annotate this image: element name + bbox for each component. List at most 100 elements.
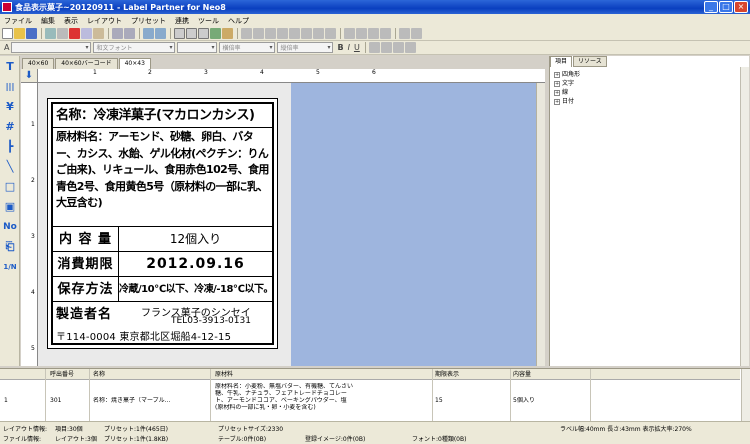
image-tool-icon[interactable]: ▣: [2, 200, 18, 214]
tree-node[interactable]: + 四角形: [554, 70, 580, 79]
group-icon[interactable]: [344, 28, 355, 39]
food-label[interactable]: 名称：冷凍洋菓子(マカロンカシス) 原材料名：アーモンド、砂糖、卵白、バター、カ…: [47, 98, 278, 349]
menu-layout[interactable]: レイアウト: [87, 16, 122, 26]
rectangle-tool-icon[interactable]: □: [2, 180, 18, 194]
diagonal-line-tool-icon[interactable]: ╲: [2, 160, 18, 174]
grid-icon[interactable]: [174, 28, 185, 39]
cell-ingredients-3[interactable]: ト、アーモンドココア、ベーキングパウダー、塩: [215, 397, 430, 404]
menu-preset[interactable]: プリセット: [131, 16, 166, 26]
tree-node[interactable]: + 線: [554, 88, 580, 97]
same-size-icon[interactable]: [325, 28, 336, 39]
undo-icon[interactable]: [112, 28, 123, 39]
expiry-value[interactable]: 2012.09.16: [119, 252, 272, 276]
font-size-select[interactable]: ▾: [177, 42, 218, 53]
zoom-in-icon[interactable]: [143, 28, 154, 39]
barcode-tool-icon[interactable]: |||: [2, 80, 18, 94]
preview-icon[interactable]: [210, 28, 221, 39]
font-select-1[interactable]: ▾: [11, 42, 92, 53]
page-number-tool-icon[interactable]: 1/N: [2, 260, 18, 274]
price-tool-icon[interactable]: ¥: [2, 100, 18, 114]
save-icon[interactable]: [26, 28, 37, 39]
minimize-button[interactable]: _: [704, 1, 718, 13]
table-icon[interactable]: [186, 28, 197, 39]
column-header-ingredients[interactable]: 原材料: [215, 370, 233, 380]
menu-edit[interactable]: 編集: [41, 16, 55, 26]
redo-icon[interactable]: [124, 28, 135, 39]
storage-value[interactable]: 冷蔵/10℃以下、冷凍/-18℃以下。: [119, 277, 272, 301]
column-header-name[interactable]: 名称: [93, 370, 105, 380]
align-left-icon[interactable]: [241, 28, 252, 39]
menu-help[interactable]: ヘルプ: [228, 16, 249, 26]
maker-address[interactable]: 〒114-0004 東京都北区堀船4-12-15: [56, 328, 231, 343]
tree-node[interactable]: + 日付: [554, 97, 580, 106]
bold-button[interactable]: B: [337, 43, 343, 52]
grid-scrollbar[interactable]: [741, 369, 750, 422]
cut-icon[interactable]: [57, 28, 68, 39]
maker-key[interactable]: 製造者名: [56, 303, 112, 322]
tab-items[interactable]: 項目: [550, 56, 573, 67]
expand-icon[interactable]: +: [554, 98, 560, 105]
maker-tel[interactable]: TEL03-3913-0131: [171, 316, 251, 326]
tab-layout-3[interactable]: 40×43: [118, 58, 151, 69]
ungroup-icon[interactable]: [356, 28, 367, 39]
expand-icon[interactable]: +: [554, 80, 560, 87]
distribute-icon[interactable]: [313, 28, 324, 39]
tab-resources[interactable]: リソース: [573, 56, 607, 67]
menu-tools[interactable]: ツール: [198, 16, 219, 26]
menu-file[interactable]: ファイル: [4, 16, 32, 26]
cell-ingredients-1[interactable]: 原材料名：小麦粉、無塩バター、有機糖、てんさい: [215, 383, 430, 390]
text-justify-icon[interactable]: [404, 42, 416, 53]
text-align-center-icon[interactable]: [380, 42, 392, 53]
tab-layout-2[interactable]: 40×60バーコード: [55, 58, 118, 69]
lock-icon[interactable]: [399, 28, 410, 39]
canvas-scrollbar[interactable]: [536, 83, 545, 366]
cell-name[interactable]: 名称：焼き菓子（マーブル…: [93, 397, 208, 404]
storage-key[interactable]: 保存方法: [53, 277, 119, 301]
font-select-2[interactable]: 和文フォント ▾: [93, 42, 176, 53]
width-scale-select[interactable]: 横倍率 ▾: [219, 42, 276, 53]
tree-node[interactable]: + 文字: [554, 79, 580, 88]
align-top-icon[interactable]: [277, 28, 288, 39]
height-scale-select[interactable]: 縦倍率 ▾: [277, 42, 334, 53]
number-tool-icon[interactable]: #: [2, 120, 18, 134]
underline-button[interactable]: U: [354, 43, 360, 52]
print-icon[interactable]: [45, 28, 56, 39]
column-header-number[interactable]: 呼出番号: [50, 370, 74, 380]
panel-scrollbar[interactable]: [740, 67, 749, 366]
cell-ingredients-4[interactable]: (原材料の一部に乳・卵・小麦を含む): [215, 404, 430, 411]
design-canvas[interactable]: ⬇ 1 2 3 4 5 6 1 2 3 4 5 名称：冷凍洋菓子(マカロンカシス…: [21, 69, 545, 366]
content-value[interactable]: 12個入り: [119, 227, 272, 251]
cell-ingredients-2[interactable]: 糖、牛乳、ナチュラ、フェアトレードチョコレー: [215, 390, 430, 397]
ruler-corner-icon[interactable]: ⬇: [21, 69, 38, 83]
new-file-icon[interactable]: [2, 28, 13, 39]
date-tool-icon[interactable]: ⎗: [2, 240, 18, 254]
italic-button[interactable]: I: [348, 43, 350, 52]
expiry-key[interactable]: 消費期限: [53, 252, 119, 276]
copy-icon[interactable]: [81, 28, 92, 39]
line-tool-icon[interactable]: ┣: [2, 140, 18, 154]
delete-icon[interactable]: [69, 28, 80, 39]
expand-icon[interactable]: +: [554, 89, 560, 96]
open-folder-icon[interactable]: [14, 28, 25, 39]
snap-icon[interactable]: [411, 28, 422, 39]
back-icon[interactable]: [380, 28, 391, 39]
cell-expiry[interactable]: 15: [435, 397, 443, 404]
close-button[interactable]: ×: [734, 1, 748, 13]
menu-link[interactable]: 連携: [175, 16, 189, 26]
label-ingredients[interactable]: 原材料名：アーモンド、砂糖、卵白、バター、カシス、水飴、ゲル化材(ペクチン：りん…: [53, 128, 272, 227]
column-header-expiry[interactable]: 期限表示: [435, 370, 459, 380]
paste-icon[interactable]: [93, 28, 104, 39]
tab-layout-1[interactable]: 40×60: [22, 58, 55, 69]
text-align-left-icon[interactable]: [368, 42, 380, 53]
align-right-icon[interactable]: [265, 28, 276, 39]
menu-view[interactable]: 表示: [64, 16, 78, 26]
column-header-content[interactable]: 内容量: [513, 370, 531, 380]
cell-content[interactable]: 5個入り: [513, 397, 535, 404]
align-middle-icon[interactable]: [289, 28, 300, 39]
content-key[interactable]: 内 容 量: [53, 227, 119, 251]
list-icon[interactable]: [198, 28, 209, 39]
align-center-icon[interactable]: [253, 28, 264, 39]
front-icon[interactable]: [368, 28, 379, 39]
zoom-out-icon[interactable]: [155, 28, 166, 39]
align-bottom-icon[interactable]: [301, 28, 312, 39]
